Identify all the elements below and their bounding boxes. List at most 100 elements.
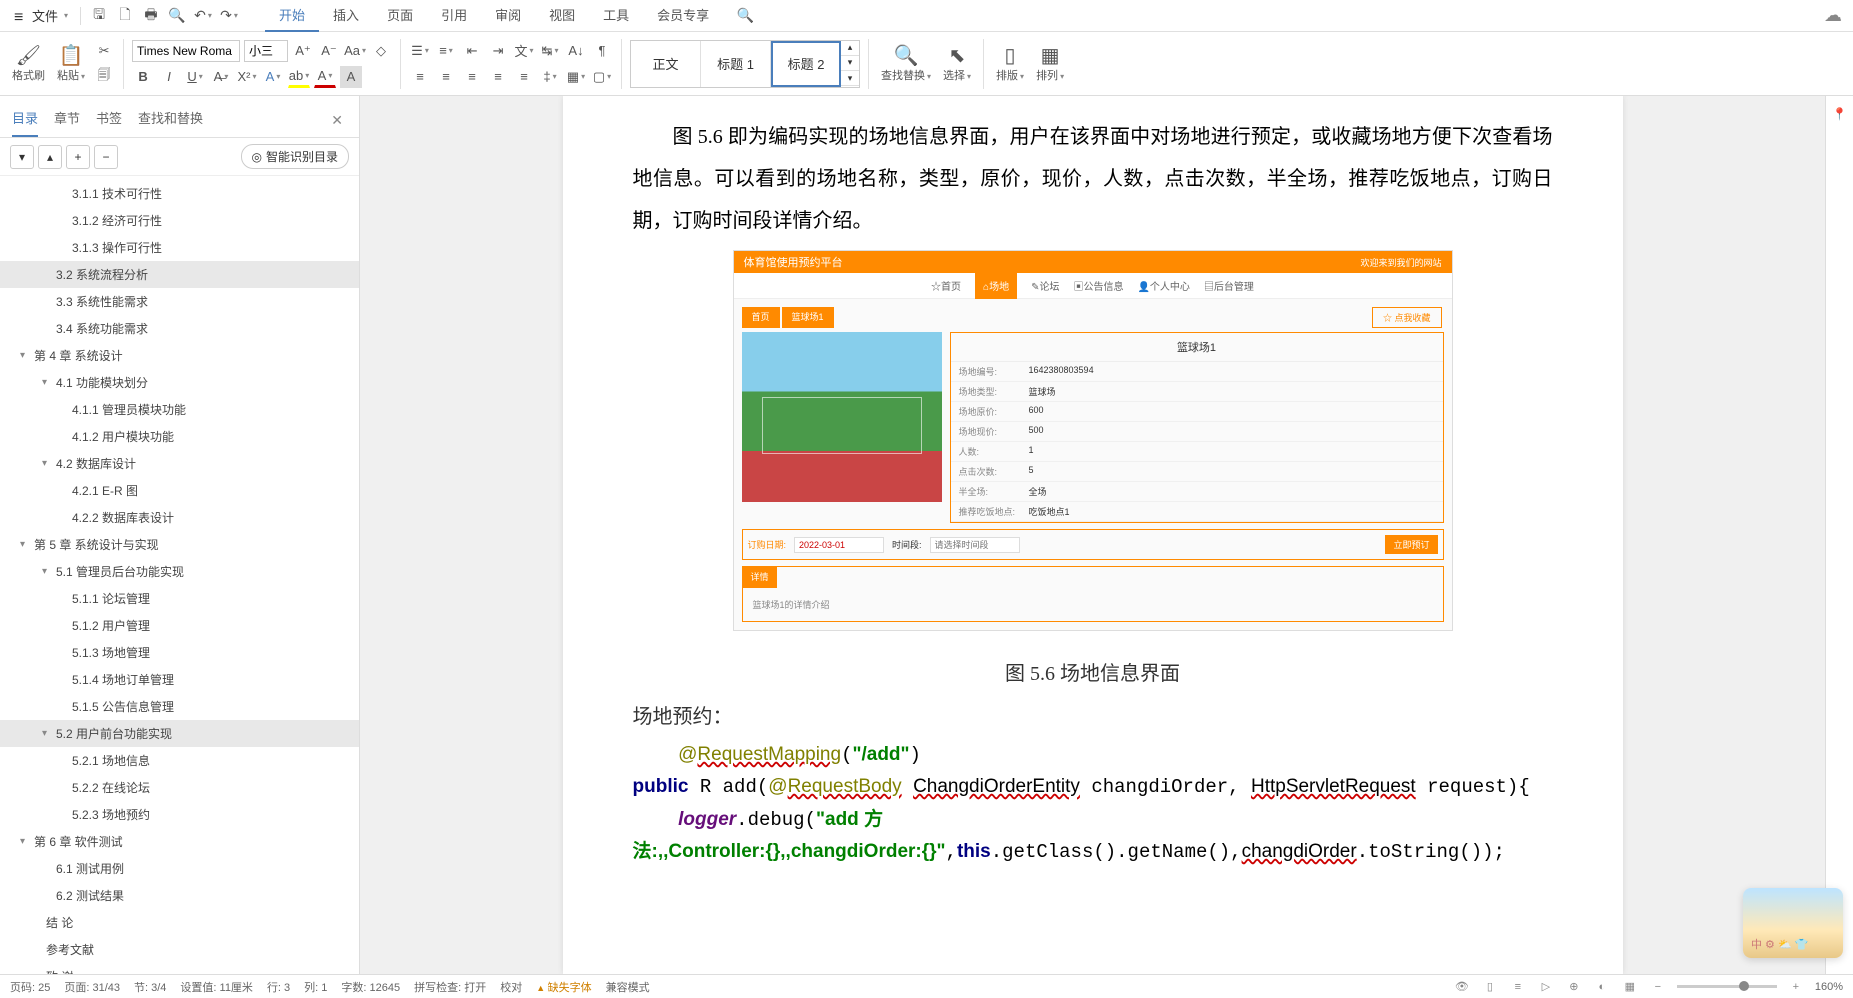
strike-button[interactable]: A̶▾	[210, 66, 232, 88]
sort-button[interactable]: A↓	[565, 40, 587, 62]
outline-item[interactable]: 参考文献	[0, 936, 359, 963]
align-distributed-button[interactable]: ≡	[513, 66, 535, 88]
status-pages[interactable]: 页面: 31/43	[64, 979, 120, 995]
tab-tools[interactable]: 工具	[589, 0, 643, 32]
close-icon[interactable]: ✕	[331, 112, 343, 129]
shrink-font-button[interactable]: A⁻	[318, 40, 340, 62]
print-icon[interactable]: 🖶	[139, 4, 163, 28]
align-center-button[interactable]: ≡	[435, 66, 457, 88]
outline-item[interactable]: 4.2.2 数据库表设计	[0, 504, 359, 531]
search-icon[interactable]: 🔍	[733, 4, 757, 28]
preview-icon[interactable]: 🔍	[165, 4, 189, 28]
view-grid-icon[interactable]: ▦	[1621, 978, 1639, 996]
shading-button[interactable]: ▦▾	[565, 66, 587, 88]
styles-more[interactable]: ▴▾▾	[841, 41, 859, 87]
increase-indent-button[interactable]: ⇥	[487, 40, 509, 62]
tab-review[interactable]: 审阅	[481, 0, 535, 32]
tab-ref[interactable]: 引用	[427, 0, 481, 32]
italic-button[interactable]: I	[158, 66, 180, 88]
borders-button[interactable]: ▢▾	[591, 66, 613, 88]
outline-item[interactable]: 5.2.1 场地信息	[0, 747, 359, 774]
char-shading-button[interactable]: A	[340, 66, 362, 88]
view-page-icon[interactable]: ▯	[1481, 978, 1499, 996]
tab-member[interactable]: 会员专享	[643, 0, 723, 32]
outline-item[interactable]: ▾5.1 管理员后台功能实现	[0, 558, 359, 585]
outline-item[interactable]: 致 谢	[0, 963, 359, 974]
tab-page[interactable]: 页面	[373, 0, 427, 32]
sidebar-tab-bookmark[interactable]: 书签	[96, 104, 122, 137]
align-left-button[interactable]: ≡	[409, 66, 431, 88]
outline-item[interactable]: 5.1.5 公告信息管理	[0, 693, 359, 720]
outline-item[interactable]: 结 论	[0, 909, 359, 936]
file-menu[interactable]: 文件▾	[8, 3, 74, 28]
outline-item[interactable]: 4.1.2 用户模块功能	[0, 423, 359, 450]
outline-item[interactable]: 3.1.1 技术可行性	[0, 180, 359, 207]
line-spacing-button[interactable]: ‡▾	[539, 66, 561, 88]
format-painter-button[interactable]: 🖌格式刷	[8, 43, 49, 85]
outline-item[interactable]: ▾第 4 章 系统设计	[0, 342, 359, 369]
cloud-icon[interactable]: ☁	[1821, 4, 1845, 28]
outline-item[interactable]: 3.3 系统性能需求	[0, 288, 359, 315]
grow-font-button[interactable]: A⁺	[292, 40, 314, 62]
font-size-select[interactable]	[244, 40, 288, 62]
bold-button[interactable]: B	[132, 66, 154, 88]
outline-item[interactable]: 5.1.2 用户管理	[0, 612, 359, 639]
snap-button[interactable]: ↹▾	[539, 40, 561, 62]
outline-item[interactable]: 3.1.3 操作可行性	[0, 234, 359, 261]
superscript-button[interactable]: X²▾	[236, 66, 258, 88]
style-h2[interactable]: 标题 2	[771, 41, 841, 87]
align-justify-button[interactable]: ≡	[487, 66, 509, 88]
outline-item[interactable]: 4.1.1 管理员模块功能	[0, 396, 359, 423]
floating-widget[interactable]	[1743, 888, 1843, 958]
zoom-slider[interactable]	[1677, 985, 1777, 988]
arrange-button[interactable]: ▦排列▾	[1032, 43, 1068, 85]
find-replace-button[interactable]: 🔍查找替换▾	[877, 43, 935, 85]
clear-format-button[interactable]: ◇	[370, 40, 392, 62]
show-marks-button[interactable]: ¶	[591, 40, 613, 62]
expand-up-button[interactable]: ▴	[38, 145, 62, 169]
expand-down-button[interactable]: ▾	[10, 145, 34, 169]
zoom-label[interactable]: 160%	[1815, 981, 1843, 993]
highlight-button[interactable]: ab▾	[288, 66, 310, 88]
undo-icon[interactable]: ↶▾	[191, 4, 215, 28]
view-focus-icon[interactable]: ◐	[1593, 978, 1611, 996]
paste-button[interactable]: 📋粘贴▾	[53, 43, 89, 85]
style-normal[interactable]: 正文	[631, 41, 701, 87]
font-color-button[interactable]: A▾	[314, 66, 336, 88]
save-icon[interactable]: 🖫	[87, 4, 111, 28]
document-area[interactable]: 图 5.6 即为编码实现的场地信息界面，用户在该界面中对场地进行预定，或收藏场地…	[360, 96, 1853, 974]
decrease-indent-button[interactable]: ⇤	[461, 40, 483, 62]
text-effect-button[interactable]: A▾	[262, 66, 284, 88]
layout-button[interactable]: ▯排版▾	[992, 43, 1028, 85]
align-right-button[interactable]: ≡	[461, 66, 483, 88]
numbering-button[interactable]: ≡▾	[435, 40, 457, 62]
view-read-icon[interactable]: ▷	[1537, 978, 1555, 996]
tab-insert[interactable]: 插入	[319, 0, 373, 32]
outline-item[interactable]: ▾4.2 数据库设计	[0, 450, 359, 477]
status-spell[interactable]: 拼写检查: 打开	[414, 979, 486, 995]
zoom-in-button[interactable]: +	[1787, 978, 1805, 996]
cut-button[interactable]: ✂	[93, 40, 115, 62]
outline-item[interactable]: 5.1.1 论坛管理	[0, 585, 359, 612]
outline-item[interactable]: 3.2 系统流程分析	[0, 261, 359, 288]
outline-item[interactable]: 4.2.1 E-R 图	[0, 477, 359, 504]
style-h1[interactable]: 标题 1	[701, 41, 771, 87]
outline-item[interactable]: ▾第 5 章 系统设计与实现	[0, 531, 359, 558]
export-icon[interactable]: 🗋	[113, 4, 137, 28]
smart-toc-button[interactable]: ◎智能识别目录	[241, 144, 350, 169]
sidebar-tab-chapter[interactable]: 章节	[54, 104, 80, 137]
status-missing-font[interactable]: 缺失字体	[536, 979, 591, 995]
outline-item[interactable]: 3.4 系统功能需求	[0, 315, 359, 342]
outline-item[interactable]: 5.2.2 在线论坛	[0, 774, 359, 801]
outline-item[interactable]: ▾第 6 章 软件测试	[0, 828, 359, 855]
view-web-icon[interactable]: ⊕	[1565, 978, 1583, 996]
outline-item[interactable]: 5.1.4 场地订单管理	[0, 666, 359, 693]
status-proof[interactable]: 校对	[500, 979, 522, 995]
outline-item[interactable]: 6.1 测试用例	[0, 855, 359, 882]
tab-view[interactable]: 视图	[535, 0, 589, 32]
text-direction-button[interactable]: 文▾	[513, 40, 535, 62]
font-name-select[interactable]	[132, 40, 240, 62]
outline-item[interactable]: ▾4.1 功能模块划分	[0, 369, 359, 396]
outline-item[interactable]: 3.1.2 经济可行性	[0, 207, 359, 234]
status-page-no[interactable]: 页码: 25	[10, 979, 50, 995]
